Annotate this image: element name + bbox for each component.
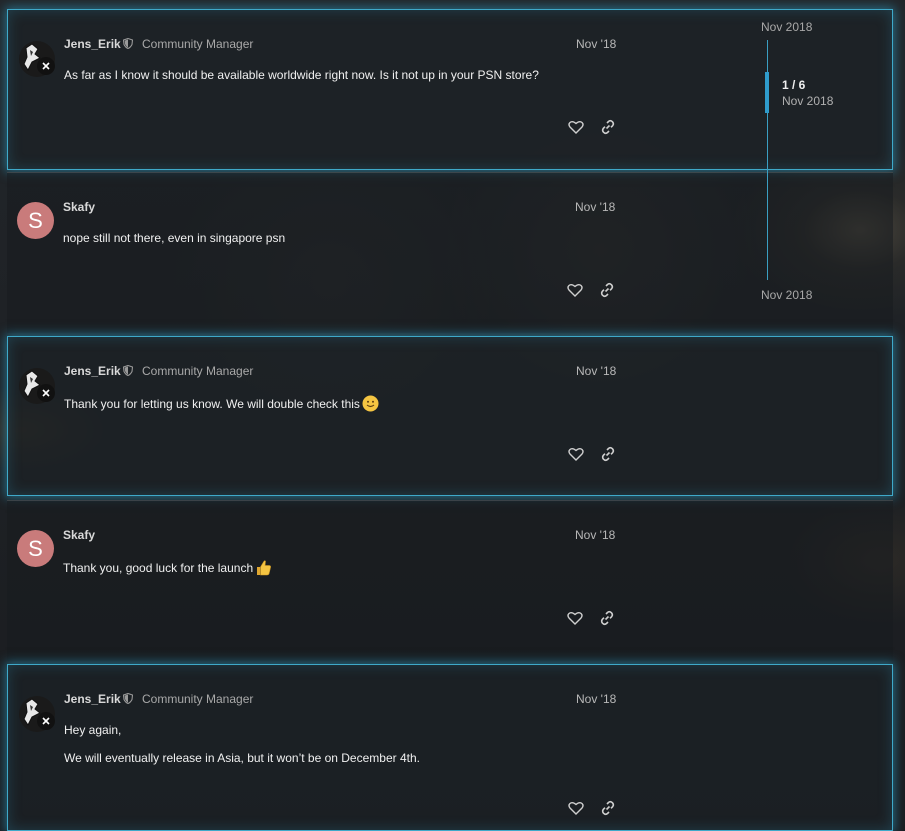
post-username[interactable]: Skafy <box>63 200 95 214</box>
staff-avatar[interactable] <box>18 695 56 733</box>
avatar[interactable]: S <box>17 530 54 567</box>
username-text[interactable]: Jens_Erik <box>64 692 121 706</box>
slightly-smiling-face-icon <box>362 395 379 412</box>
timeline-handle[interactable] <box>765 72 769 113</box>
post-body: nope still not there, even in singapore … <box>63 231 286 245</box>
post-username[interactable]: Jens_Erik <box>64 364 133 378</box>
link-icon[interactable] <box>599 118 617 136</box>
post-body: Thank you, good luck for the launch <box>63 559 272 576</box>
topic-page: Jens_Erik Community Manager Nov '18 As f… <box>0 0 905 831</box>
post-3: Jens_Erik Community Manager Nov '18 Than… <box>7 336 893 496</box>
shield-icon <box>122 365 133 376</box>
user-title: Community Manager <box>142 692 254 706</box>
post-date[interactable]: Nov '18 <box>576 692 616 706</box>
post-body-text: Thank you, good luck for the launch <box>63 561 254 575</box>
post-body-line-2: We will eventually release in Asia, but … <box>64 751 420 765</box>
post-date[interactable]: Nov '18 <box>575 528 615 542</box>
timeline-start-date[interactable]: Nov 2018 <box>761 20 812 34</box>
heart-icon[interactable] <box>567 799 585 817</box>
post-2: S Skafy Nov '18 nope still not there, ev… <box>7 172 893 333</box>
staff-avatar[interactable] <box>18 40 56 78</box>
post-date[interactable]: Nov '18 <box>576 37 616 51</box>
avatar[interactable]: S <box>17 202 54 239</box>
post-date[interactable]: Nov '18 <box>575 200 615 214</box>
thumbs-up-icon <box>257 560 272 576</box>
staff-avatar[interactable] <box>18 367 56 405</box>
timeline-position-date: Nov 2018 <box>782 94 834 108</box>
timeline-end-date[interactable]: Nov 2018 <box>761 288 812 302</box>
link-icon[interactable] <box>598 609 616 627</box>
post-4: S Skafy Nov '18 Thank you, good luck for… <box>7 500 893 661</box>
shield-icon <box>122 693 133 704</box>
post-5: Jens_Erik Community Manager Nov '18 Hey … <box>7 664 893 831</box>
link-icon[interactable] <box>598 281 616 299</box>
post-date[interactable]: Nov '18 <box>576 364 616 378</box>
post-username[interactable]: Jens_Erik <box>64 37 133 51</box>
timeline-position: 1 / 6 <box>782 78 806 92</box>
heart-icon[interactable] <box>566 609 584 627</box>
username-text[interactable]: Jens_Erik <box>64 37 121 51</box>
link-icon[interactable] <box>599 799 617 817</box>
post-body-line-1: Hey again, <box>64 723 122 737</box>
username-text[interactable]: Jens_Erik <box>64 364 121 378</box>
link-icon[interactable] <box>599 445 617 463</box>
post-username[interactable]: Jens_Erik <box>64 692 133 706</box>
user-title: Community Manager <box>142 37 254 51</box>
heart-icon[interactable] <box>567 445 585 463</box>
post-body-text: Thank you for letting us know. We will d… <box>64 397 360 411</box>
shield-icon <box>122 38 133 49</box>
post-body: As far as I know it should be available … <box>64 68 539 82</box>
post-body: Thank you for letting us know. We will d… <box>64 395 379 412</box>
heart-icon[interactable] <box>567 118 585 136</box>
heart-icon[interactable] <box>566 281 584 299</box>
user-title: Community Manager <box>142 364 254 378</box>
post-username[interactable]: Skafy <box>63 528 95 542</box>
